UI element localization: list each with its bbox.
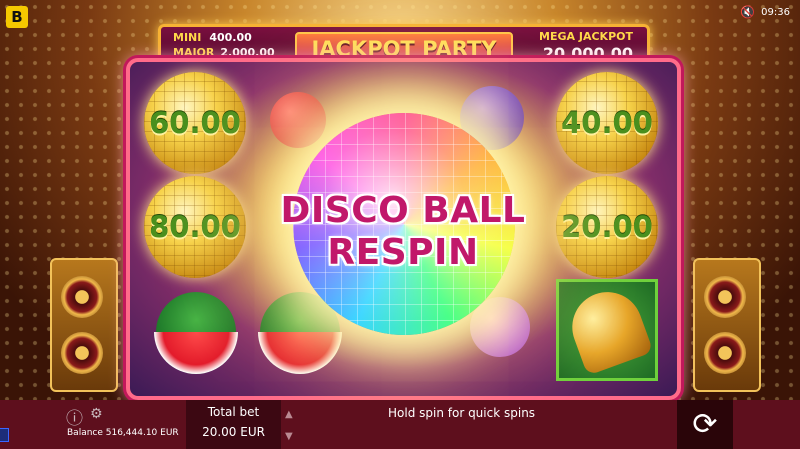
bell-icon [562,282,654,376]
bet-value: 20.00 EUR [202,425,265,439]
speaker-cone [704,276,746,318]
watermelon-slice [258,332,342,374]
bet-down-arrow-icon[interactable]: ▼ [285,426,293,448]
side-tab[interactable] [0,428,9,442]
bet-up-arrow-icon[interactable]: ▲ [285,404,293,426]
disco-ball-symbol: 40.00 [556,72,658,174]
bet-label: Total bet [207,405,260,419]
bell-symbol [556,279,658,381]
spin-button[interactable]: ⟳ [677,400,733,449]
mega-jackpot-label: MEGA JACKPOT [539,30,633,43]
speaker-cone [704,332,746,374]
mini-jackpot: MINI 400.00 [173,31,252,44]
clock: 09:36 [761,6,790,18]
grapes-symbol [470,297,530,357]
status-area: 🔇 09:36 [740,5,790,19]
gear-icon[interactable]: ⚙ [90,406,103,422]
info-icon[interactable]: ⓘ [66,404,83,429]
brand-logo: B [6,6,28,28]
speaker-right [693,258,761,392]
disco-ball-symbol: 20.00 [556,176,658,278]
bet-stepper: ▲ ▼ [285,404,293,448]
speaker-cone [61,276,103,318]
quick-spin-hint: Hold spin for quick spins [388,406,536,420]
respin-banner: DISCO BALL RESPIN [280,190,526,273]
watermelon-slice [154,332,238,374]
speaker-left [50,258,118,392]
balance-text: Balance 516,444.10 EUR [67,428,179,438]
cherry-symbol [270,92,326,148]
speaker-cone [61,332,103,374]
spin-refresh-icon: ⟳ [692,407,718,442]
game-stage: B 🔇 09:36 MINI 400.00 MAJOR 2,000.00 JACKP… [0,0,800,400]
speaker-muted-icon[interactable]: 🔇 [740,5,755,19]
disco-ball-symbol: 80.00 [144,176,246,278]
disco-ball-symbol: 60.00 [144,72,246,174]
bet-box: Total bet 20.00 EUR [186,400,281,449]
